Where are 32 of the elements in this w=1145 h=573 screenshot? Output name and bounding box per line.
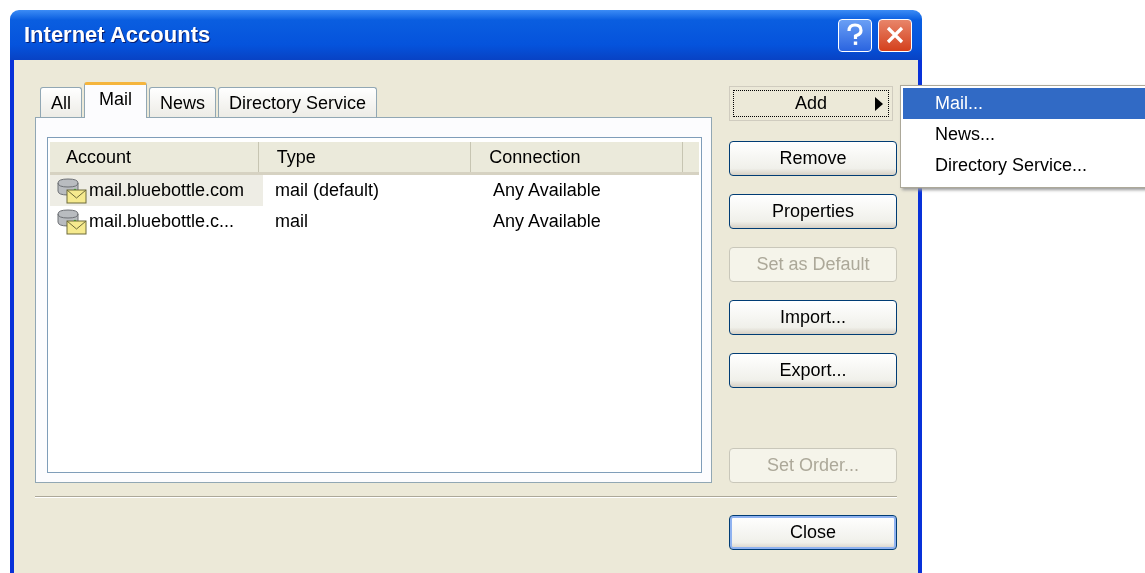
window-title: Internet Accounts — [24, 22, 212, 48]
column-header[interactable]: Connection — [471, 142, 683, 172]
submenu-arrow-icon — [874, 96, 884, 112]
account-name: mail.bluebottle.com — [89, 180, 245, 201]
help-icon — [845, 23, 865, 47]
tab[interactable]: News — [149, 87, 217, 118]
dialog-button[interactable]: Import... — [729, 300, 897, 335]
close-icon — [885, 25, 905, 45]
table-cell-text: mail (default) — [274, 179, 381, 202]
menu-item[interactable]: Directory Service... — [903, 150, 1145, 181]
tab[interactable]: All — [40, 87, 82, 118]
table-cell-text: Any Available — [492, 210, 601, 233]
help-button[interactable] — [838, 18, 872, 52]
account-item[interactable]: mail.bluebottle.c... — [50, 206, 263, 237]
dialog-button[interactable]: Export... — [729, 353, 897, 388]
account-name: mail.bluebottle.c... — [89, 211, 235, 232]
table-cell-text: Any Available — [492, 179, 601, 202]
menu-item[interactable]: News... — [903, 119, 1145, 150]
table-cell-text: mail — [274, 210, 309, 233]
menu-item[interactable]: Mail... — [903, 88, 1145, 119]
tab[interactable]: Directory Service — [218, 87, 378, 118]
column-header[interactable]: Type — [258, 142, 472, 172]
tab[interactable]: Mail — [84, 82, 148, 118]
dialog-button[interactable]: Properties — [729, 194, 897, 229]
column-header[interactable]: Account — [50, 142, 259, 172]
dialog-button[interactable]: Add — [729, 86, 893, 121]
close-button[interactable] — [878, 18, 912, 52]
account-item[interactable]: mail.bluebottle.com — [50, 175, 263, 206]
mail-server-icon — [56, 176, 88, 205]
close-dialog-button[interactable]: Close — [729, 515, 897, 550]
dialog-button[interactable]: Remove — [729, 141, 897, 176]
mail-server-icon — [56, 207, 88, 236]
